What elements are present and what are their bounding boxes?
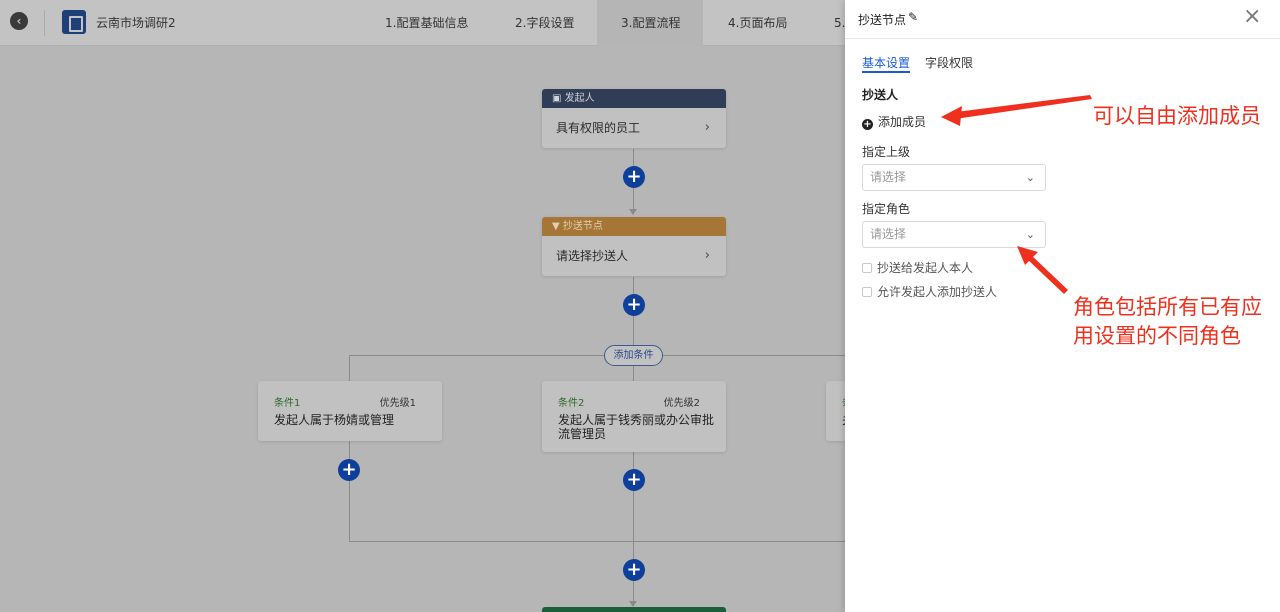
condition-name: 条件1 [274, 398, 301, 409]
add-member-button[interactable]: + 添加成员 [862, 113, 926, 130]
add-node-button[interactable]: + [338, 459, 360, 481]
cc-node[interactable]: ▼ 抄送节点 请选择抄送人 › [542, 217, 726, 276]
initiator-node-body: 具有权限的员工 › [542, 108, 726, 148]
condition-card-3[interactable]: 条 关 [826, 381, 846, 441]
add-member-label: 添加成员 [878, 115, 927, 129]
tab-basic-settings[interactable]: 基本设置 [862, 54, 910, 71]
step-field-settings[interactable]: 2.字段设置 [515, 0, 574, 46]
cc-node-title: 抄送节点 [562, 221, 603, 232]
chevron-down-icon: ⌄ [1025, 228, 1035, 241]
condition-card-2[interactable]: 条件2 优先级2 发起人属于钱秀丽或办公审批流管理员 [542, 381, 726, 452]
back-arrow-icon[interactable]: ‹ [10, 12, 28, 30]
role-label: 指定角色 [862, 202, 911, 216]
panel-divider [845, 38, 1280, 39]
annotation-role-note-line2: 用设置的不同角色 [1073, 324, 1241, 348]
chevron-right-icon: › [704, 120, 710, 135]
branch-line [633, 452, 634, 541]
end-node[interactable] [542, 607, 726, 612]
chevron-right-icon: › [704, 248, 710, 263]
allow-add-cc-checkbox[interactable]: 允许发起人添加抄送人 [862, 283, 997, 300]
condition-desc: 发起人属于钱秀丽或办公审批流管理员 [558, 413, 715, 441]
branch-top-line [349, 355, 845, 356]
pencil-icon[interactable]: ✎ [908, 10, 918, 24]
initiator-icon: ▣ [552, 93, 565, 104]
chevron-down-icon: ⌄ [1025, 171, 1035, 184]
app-name: 云南市场调研2 [96, 16, 176, 30]
step-configure-flow[interactable]: 3.配置流程 [597, 0, 703, 46]
step-basic-info[interactable]: 1.配置基础信息 [385, 0, 468, 46]
initiator-node-title: 发起人 [564, 93, 595, 104]
add-node-button[interactable]: + [623, 166, 645, 188]
role-select[interactable]: 请选择 ⌄ [862, 221, 1046, 248]
condition-desc: 发起人属于杨婧或管理 [274, 413, 395, 427]
checkbox-icon [862, 263, 872, 273]
cc-node-body: 请选择抄送人 › [542, 236, 726, 276]
role-select-placeholder: 请选择 [870, 227, 907, 241]
add-node-button[interactable]: + [623, 469, 645, 491]
add-condition-button[interactable]: 添加条件 [604, 345, 663, 366]
filter-icon: ▼ [552, 221, 563, 232]
superior-select[interactable]: 请选择 ⌄ [862, 164, 1046, 191]
initiator-node-header: ▣ 发起人 [542, 89, 726, 108]
app-form-icon [62, 10, 86, 34]
initiator-node-text: 具有权限的员工 [556, 121, 641, 135]
close-icon[interactable]: × [1243, 4, 1261, 29]
add-node-button[interactable]: + [623, 294, 645, 316]
add-node-button[interactable]: + [623, 559, 645, 581]
cc-node-header: ▼ 抄送节点 [542, 217, 726, 236]
condition-priority: 优先级1 [379, 398, 416, 409]
plus-circle-icon: + [862, 119, 873, 130]
cc-recipient-section-title: 抄送人 [862, 88, 899, 102]
condition-card-1[interactable]: 条件1 优先级1 发起人属于杨婧或管理 [258, 381, 442, 441]
branch-line [349, 355, 350, 381]
cc-self-checkbox-label: 抄送给发起人本人 [877, 261, 974, 275]
cc-self-checkbox[interactable]: 抄送给发起人本人 [862, 259, 973, 276]
branch-bottom-line [349, 541, 845, 542]
branch-line [349, 441, 350, 541]
condition-priority: 优先级2 [663, 398, 700, 409]
superior-label: 指定上级 [862, 145, 911, 159]
allow-add-cc-checkbox-label: 允许发起人添加抄送人 [877, 285, 998, 299]
annotation-role-note-line1: 角色包括所有已有应 [1073, 295, 1262, 319]
connector-arrow [629, 209, 637, 215]
annotation-member-note: 可以自由添加成员 [1093, 104, 1261, 128]
active-tab-indicator [862, 71, 910, 73]
condition-name: 条件2 [558, 398, 585, 409]
step-page-layout[interactable]: 4.页面布局 [728, 0, 787, 46]
superior-select-placeholder: 请选择 [870, 170, 907, 184]
initiator-node[interactable]: ▣ 发起人 具有权限的员工 › [542, 89, 726, 148]
header-divider [44, 10, 45, 36]
checkbox-icon [862, 287, 872, 297]
panel-title: 抄送节点 [858, 13, 907, 27]
tab-field-permissions[interactable]: 字段权限 [925, 54, 973, 71]
cc-node-text: 请选择抄送人 [556, 249, 629, 263]
